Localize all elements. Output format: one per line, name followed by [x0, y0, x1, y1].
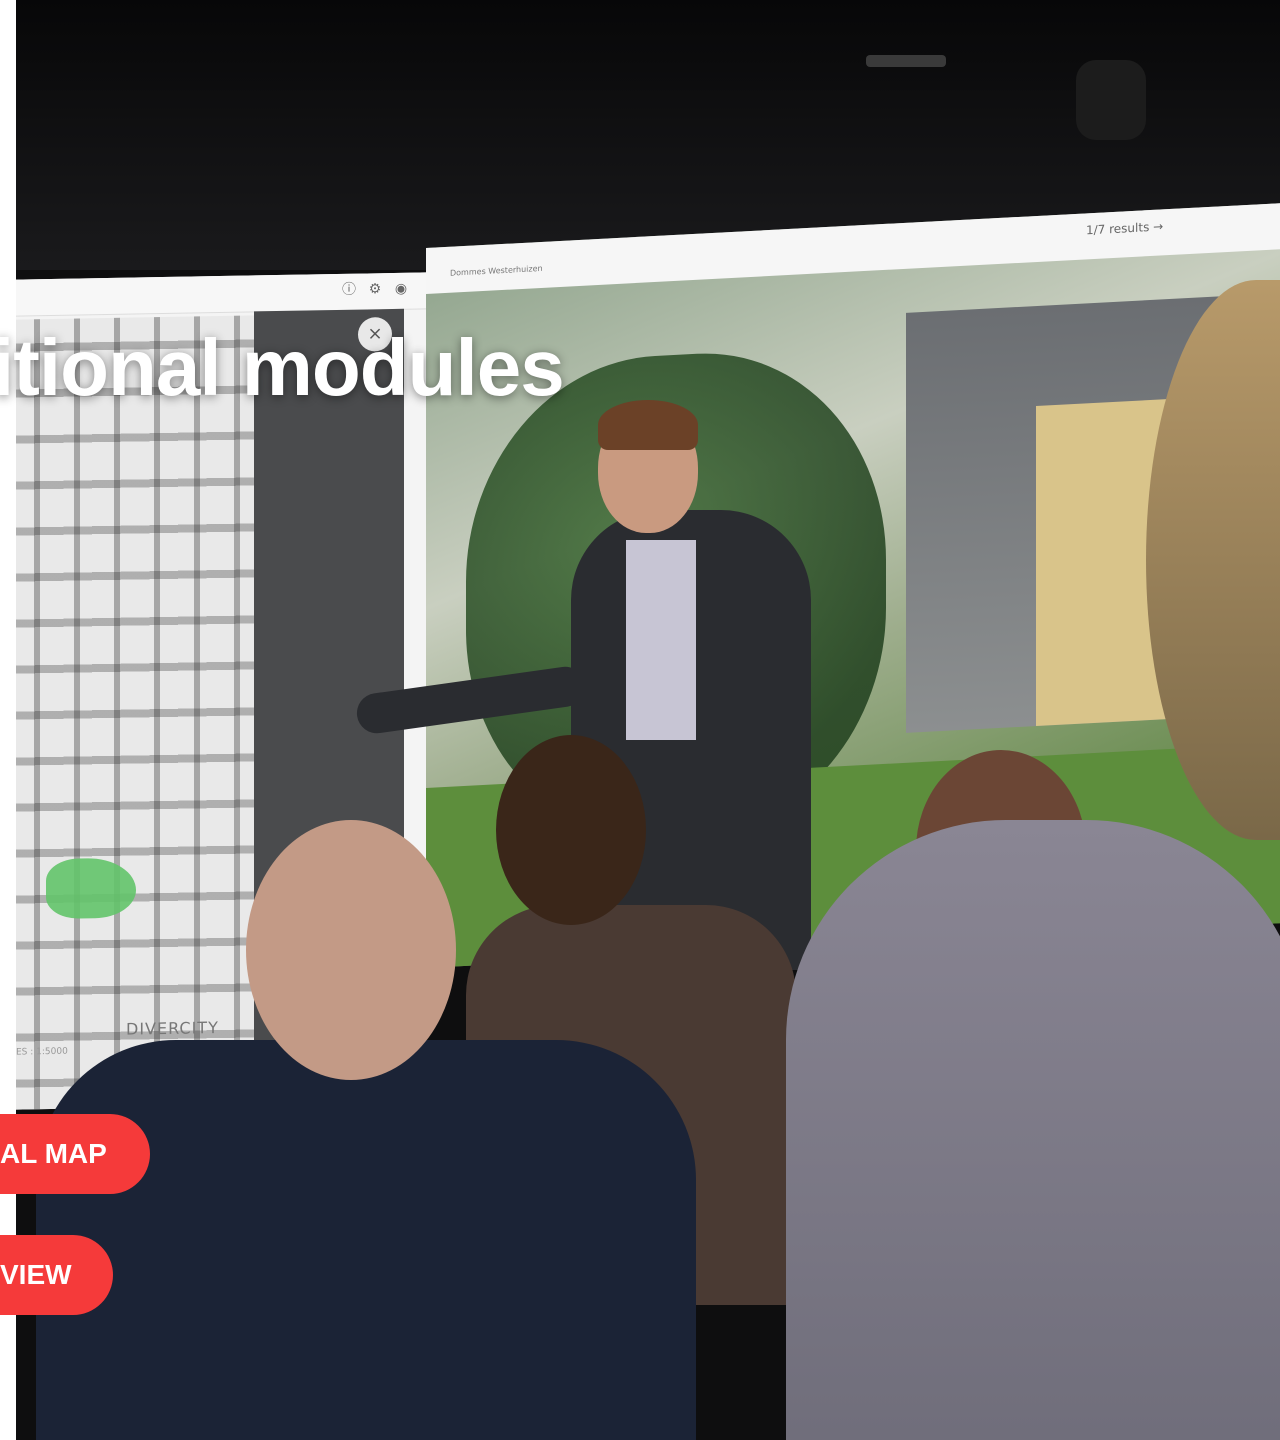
map-scale-label: ES : 1:5000: [16, 1046, 68, 1058]
city-map: [16, 315, 266, 1110]
left-white-strip: [0, 0, 16, 1440]
audience-member-brown-head: [496, 735, 646, 925]
hero-background-photo: ⓘ ⚙ ◉ × DIVERCITY ES : 1:5000 Dommes Wes…: [16, 0, 1280, 1440]
map-button[interactable]: AL MAP: [0, 1114, 150, 1194]
audience-member-navy-jacket: [36, 1040, 696, 1440]
ceiling-fixture: [866, 55, 946, 67]
presenter-hair: [598, 400, 698, 450]
info-icon: ⓘ: [342, 281, 356, 298]
projector: [1076, 60, 1146, 140]
presenter-shirt: [626, 540, 696, 740]
map-green-area: [46, 857, 136, 920]
map-button-label: AL MAP: [0, 1138, 107, 1169]
audience-member-bald-head: [246, 820, 456, 1080]
user-icon: ◉: [394, 280, 408, 297]
map-logo-label: DIVERCITY: [126, 1018, 219, 1039]
gear-icon: ⚙: [368, 281, 382, 298]
section-heading: itional modules: [0, 323, 565, 412]
view-button-label: VIEW: [0, 1259, 72, 1290]
home-breadcrumb: Dommes Westerhuizen: [450, 263, 543, 278]
view-button[interactable]: VIEW: [0, 1235, 113, 1315]
results-counter: 1/7 results →: [1086, 219, 1164, 238]
audience-member-foreground: [786, 820, 1280, 1440]
topbar-icon-group: ⓘ ⚙ ◉: [341, 281, 409, 298]
